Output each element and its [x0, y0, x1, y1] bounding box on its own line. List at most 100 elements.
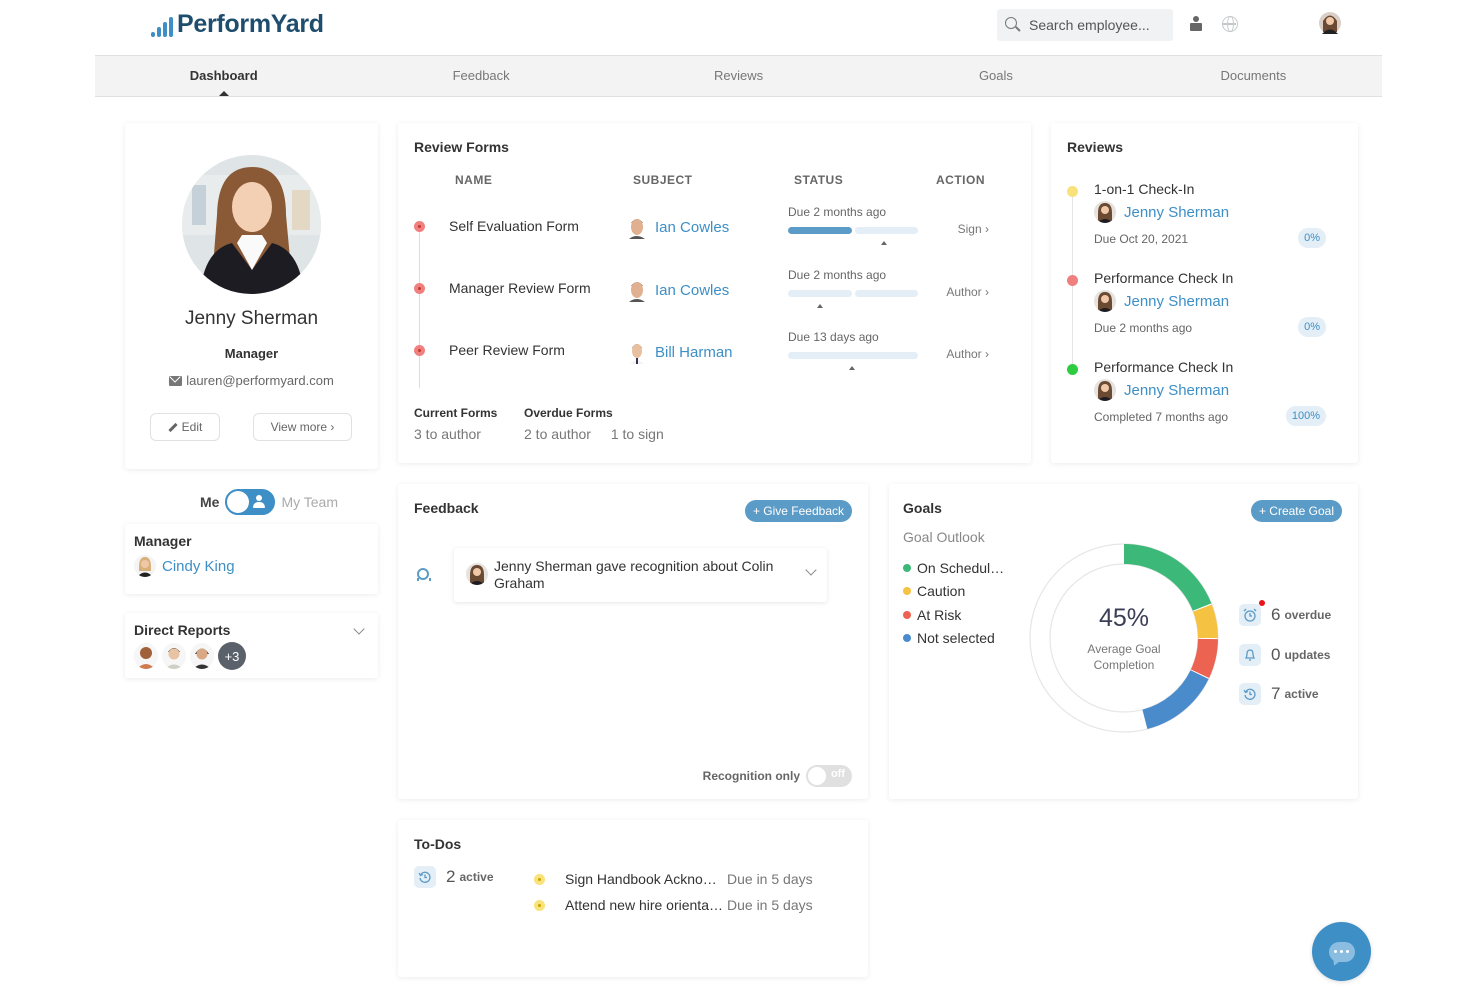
tab-feedback[interactable]: Feedback	[352, 56, 609, 96]
legend-label: Caution	[917, 583, 966, 600]
user-avatar[interactable]	[1319, 12, 1341, 34]
recognition-only-toggle: Recognition only off	[703, 765, 852, 787]
switch-state-text: off	[830, 768, 845, 780]
legend-item[interactable]: On Schedul…	[903, 556, 1004, 580]
chat-button[interactable]	[1312, 922, 1371, 981]
review-item[interactable]: 1-on-1 Check-In Jenny Sherman Due Oct 20…	[1051, 181, 1358, 271]
progress-segment	[788, 227, 852, 234]
review-person-name: Jenny Sherman	[1124, 292, 1230, 310]
due-text: Due 2 months ago	[788, 205, 887, 219]
status-progress: Due 2 months ago	[788, 268, 918, 308]
subject-link[interactable]: Ian Cowles	[627, 215, 729, 239]
tab-documents[interactable]: Documents	[1125, 56, 1382, 96]
average-completion-value: 45%	[1098, 603, 1150, 632]
todos-title: To-Dos	[414, 836, 462, 852]
column-header-action[interactable]: ACTION	[936, 173, 985, 187]
legend-label: Not selected	[917, 630, 995, 647]
recognition-only-switch[interactable]: off	[806, 765, 852, 787]
feedback-item[interactable]: Jenny Sherman gave recognition about Col…	[454, 548, 827, 602]
overdue-sign-value[interactable]: 1 to sign	[611, 426, 664, 442]
column-header-name[interactable]: NAME	[455, 173, 492, 187]
legend-item[interactable]: Caution	[903, 580, 1004, 604]
review-title: 1-on-1 Check-In	[1094, 181, 1195, 197]
column-header-subject[interactable]: SUBJECT	[633, 173, 693, 187]
view-more-button[interactable]: View more ›	[253, 413, 352, 441]
alarm-clock-icon	[1239, 600, 1265, 626]
tab-dashboard[interactable]: Dashboard	[95, 56, 352, 96]
progress-marker	[817, 304, 823, 308]
switch-knob	[227, 491, 250, 513]
manager-card: Manager Cindy King	[125, 524, 378, 594]
review-due: Due 2 months ago	[1094, 321, 1193, 335]
due-text: Due 13 days ago	[788, 330, 879, 344]
review-item[interactable]: Performance Check In Jenny Sherman Compl…	[1051, 359, 1358, 449]
goal-stat-updates[interactable]: 0 updates	[1239, 644, 1330, 666]
current-forms-label: Current Forms	[414, 406, 498, 420]
recognition-ribbon-icon	[416, 568, 431, 582]
report-avatar[interactable]	[190, 643, 214, 669]
more-reports-badge[interactable]: +3	[218, 642, 246, 670]
review-person-link[interactable]: Jenny Sherman	[1094, 379, 1229, 401]
create-goal-button[interactable]: + Create Goal	[1250, 500, 1342, 522]
reviews-title: Reviews	[1067, 139, 1124, 155]
profile-email-text: lauren@performyard.com	[186, 373, 334, 388]
goal-stat-active[interactable]: 7 active	[1239, 683, 1319, 705]
view-more-label: View more ›	[270, 420, 335, 434]
chart-legend: On Schedul… Caution At Risk Not selected	[903, 556, 1004, 650]
table-row[interactable]: Manager Review Form Ian Cowles Due 2 mon…	[398, 268, 1031, 318]
review-person-link[interactable]: Jenny Sherman	[1094, 290, 1229, 312]
logo[interactable]: PerformYard	[151, 10, 324, 39]
report-avatar[interactable]	[162, 643, 186, 669]
review-person-link[interactable]: Jenny Sherman	[1094, 201, 1229, 223]
chat-bubble-icon	[1328, 941, 1355, 962]
profile-email: lauren@performyard.com	[125, 373, 378, 388]
logo-icon	[151, 13, 173, 37]
author-action-link[interactable]: Author ›	[946, 285, 989, 299]
legend-label: On Schedul…	[917, 559, 1005, 576]
updates-label: updates	[1284, 648, 1331, 662]
me-label: Me	[200, 494, 220, 510]
sign-action-link[interactable]: Sign ›	[958, 222, 989, 236]
todo-item[interactable]: Attend new hire orientation Due in 5 day…	[534, 897, 813, 913]
manager-link[interactable]: Cindy King	[134, 555, 369, 577]
table-row[interactable]: Peer Review Form Bill Harman Due 13 days…	[398, 330, 1031, 380]
progress-segment	[788, 352, 918, 359]
search-input[interactable]	[1029, 17, 1159, 33]
status-progress: Due 13 days ago	[788, 330, 918, 370]
org-chart-icon[interactable]	[1188, 16, 1204, 32]
globe-icon[interactable]	[1222, 16, 1238, 32]
subject-link[interactable]: Ian Cowles	[627, 278, 729, 302]
current-forms-value[interactable]: 3 to author	[414, 426, 497, 442]
overdue-status-dot	[414, 283, 425, 294]
report-avatar[interactable]	[134, 643, 158, 669]
tab-goals[interactable]: Goals	[867, 56, 1124, 96]
progress-bar	[788, 290, 918, 297]
person-avatar	[1094, 201, 1116, 223]
form-name: Self Evaluation Form	[449, 218, 579, 234]
subject-avatar	[627, 340, 647, 364]
chevron-down-icon[interactable]	[805, 564, 817, 576]
logo-text: PerformYard	[177, 10, 324, 38]
legend-item[interactable]: At Risk	[903, 603, 1004, 627]
author-action-link[interactable]: Author ›	[946, 347, 989, 361]
me-team-switch[interactable]	[225, 489, 276, 515]
subject-link[interactable]: Bill Harman	[627, 340, 733, 364]
search-box[interactable]	[997, 9, 1173, 41]
goal-stat-overdue[interactable]: 6 overdue	[1239, 600, 1331, 626]
active-count: 7	[1271, 684, 1281, 703]
legend-label: At Risk	[917, 606, 962, 623]
tab-reviews[interactable]: Reviews	[610, 56, 867, 96]
edit-profile-button[interactable]: Edit	[150, 413, 220, 441]
profile-role: Manager	[224, 346, 279, 361]
todo-item[interactable]: Sign Handbook Acknowledgement Due in 5 d…	[534, 871, 813, 887]
review-title: Performance Check In	[1094, 270, 1234, 286]
person-icon	[253, 495, 266, 509]
table-row[interactable]: Self Evaluation Form Ian Cowles Due 2 mo…	[398, 205, 1031, 255]
give-feedback-button[interactable]: + Give Feedback	[744, 500, 852, 522]
legend-item[interactable]: Not selected	[903, 627, 1004, 651]
direct-reports-avatars: +3	[134, 642, 369, 670]
column-header-status[interactable]: STATUS	[794, 173, 843, 187]
review-item[interactable]: Performance Check In Jenny Sherman Due 2…	[1051, 270, 1358, 360]
todos-active-count[interactable]: 2 active	[414, 866, 494, 888]
overdue-author-value[interactable]: 2 to author	[524, 426, 591, 442]
